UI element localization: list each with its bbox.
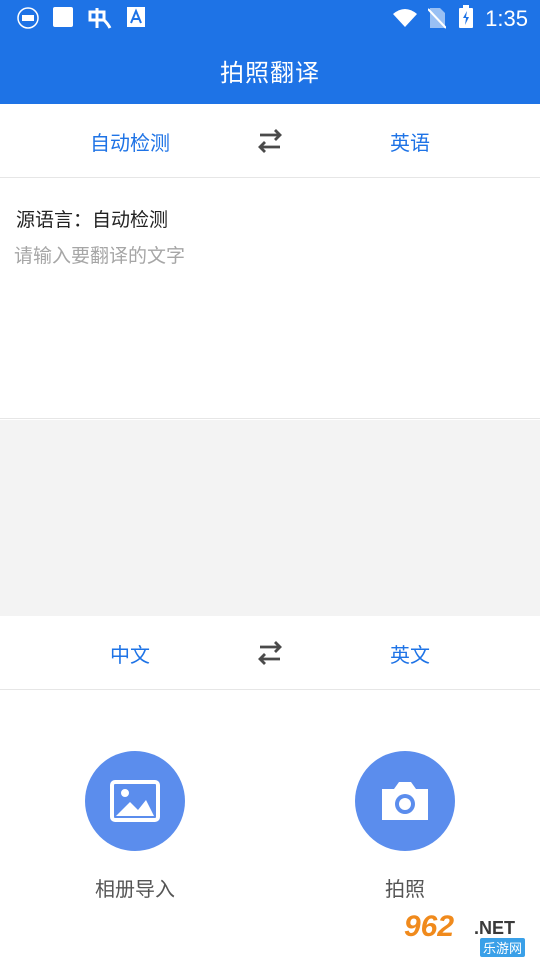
camera-icon[interactable] [355, 751, 455, 851]
source-text-panel: 源语言：自动检测 [0, 179, 540, 419]
square-notification-icon [52, 6, 74, 32]
album-import-button[interactable]: 相册导入 [65, 751, 205, 902]
photo-language-row: 中文 英文 [0, 616, 540, 690]
album-import-label: 相册导入 [95, 877, 175, 901]
watermark-number: 962 [404, 910, 455, 943]
app-logo-icon [86, 6, 112, 34]
watermark-cn: 乐游网 [480, 938, 526, 957]
app-badge-icon [14, 6, 42, 34]
watermark-suffix: .NET [474, 918, 516, 938]
wifi-icon [392, 8, 418, 32]
photo-target-language-selector[interactable]: 英文 [310, 616, 510, 690]
swap-arrows-icon[interactable] [252, 638, 288, 668]
photo-source-language-selector[interactable]: 中文 [30, 616, 230, 690]
status-time: 1:35 [485, 6, 528, 31]
status-bar: 1:35 [0, 0, 540, 36]
take-photo-label: 拍照 [385, 877, 425, 901]
translation-result-panel [0, 420, 540, 616]
photo-actions-panel: 相册导入 拍照 962 .NET 乐游网 [0, 691, 540, 960]
source-language-label: 源语言：自动检测 [16, 209, 169, 231]
site-watermark: 962 .NET 乐游网 [404, 910, 536, 957]
source-text-input[interactable] [14, 241, 526, 411]
page-title: 拍照翻译 [220, 58, 320, 87]
swap-arrows-icon[interactable] [252, 126, 288, 156]
text-app-icon [126, 6, 146, 32]
take-photo-button[interactable]: 拍照 [335, 751, 475, 902]
image-icon[interactable] [85, 751, 185, 851]
source-language-selector[interactable]: 自动检测 [30, 104, 230, 178]
battery-charging-icon [458, 5, 474, 33]
app-bar: 拍照翻译 [0, 36, 540, 104]
no-sim-icon [427, 7, 447, 33]
target-language-selector[interactable]: 英语 [310, 104, 510, 178]
text-language-row: 自动检测 英语 [0, 104, 540, 178]
